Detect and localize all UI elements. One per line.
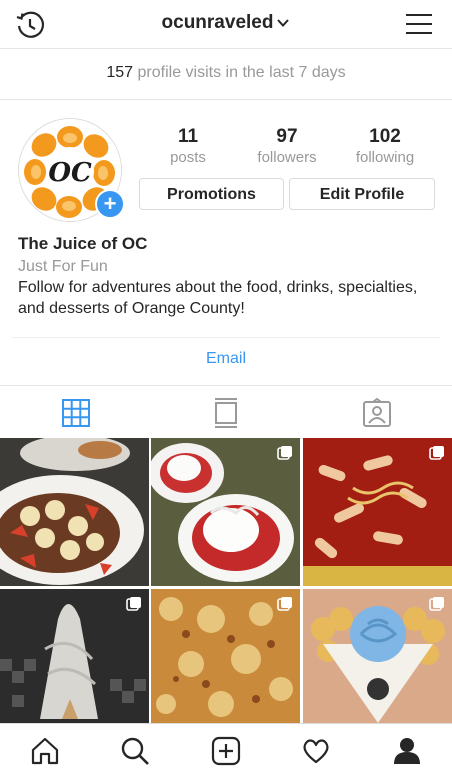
following-count: 102 — [369, 126, 401, 147]
divider — [12, 337, 440, 338]
avatar-text: OC — [48, 158, 92, 188]
add-icon[interactable] — [211, 736, 241, 766]
menu-icon[interactable] — [406, 12, 432, 36]
email-button[interactable]: Email — [0, 350, 452, 368]
chevron-down-icon — [277, 19, 290, 27]
profile-bio: The Juice of OC Just For Fun Follow for … — [18, 233, 438, 319]
followers-count: 97 — [276, 126, 298, 147]
multiple-photos-icon — [429, 446, 444, 460]
posts-stat[interactable]: 11 posts — [138, 126, 238, 166]
multiple-photos-icon — [277, 597, 292, 611]
multiple-photos-icon — [429, 597, 444, 611]
posts-label: posts — [170, 149, 206, 166]
followers-stat[interactable]: 97 followers — [237, 126, 337, 166]
promotions-button[interactable]: Promotions — [139, 178, 284, 210]
edit-profile-button[interactable]: Edit Profile — [289, 178, 435, 210]
profile-name: The Juice of OC — [18, 234, 148, 253]
feed-icon[interactable] — [211, 398, 241, 428]
grid-photo-french-toast[interactable] — [0, 438, 149, 586]
bio-text: Follow for adventures about the food, dr… — [18, 279, 418, 317]
profile-tabs — [0, 385, 452, 439]
followers-label: followers — [257, 149, 317, 166]
grid-photo-strawberry-shortcake[interactable] — [151, 438, 300, 586]
profile-visits-banner[interactable]: 157 profile visits in the last 7 days — [0, 49, 452, 100]
following-label: following — [355, 149, 415, 166]
grid-photo-bubble-waffle-ice-cream[interactable] — [303, 589, 452, 723]
bottom-nav — [0, 723, 452, 778]
following-stat[interactable]: 102 following — [335, 126, 435, 166]
grid-photo-tteokbokki[interactable] — [303, 438, 452, 586]
multiple-photos-icon — [126, 597, 141, 611]
account-switcher[interactable]: ocunraveled — [0, 12, 452, 34]
grid-photo-pizza[interactable] — [151, 589, 300, 723]
top-bar: ocunraveled — [0, 0, 452, 49]
home-icon[interactable] — [30, 736, 60, 766]
grid-photo-soft-serve-cone[interactable] — [0, 589, 149, 723]
profile-icon[interactable] — [392, 736, 422, 766]
heart-icon[interactable] — [301, 736, 331, 766]
multiple-photos-icon — [277, 446, 292, 460]
tagged-icon[interactable] — [362, 398, 392, 428]
visits-text: profile visits in the last 7 days — [137, 64, 346, 81]
posts-count: 11 — [177, 126, 199, 147]
profile-category: Just For Fun — [18, 258, 108, 275]
add-story-icon[interactable]: + — [95, 189, 125, 219]
grid-icon[interactable] — [61, 398, 91, 428]
username: ocunraveled — [161, 12, 274, 33]
photo-grid — [0, 438, 452, 723]
search-icon[interactable] — [120, 736, 150, 766]
visits-count: 157 — [106, 64, 134, 81]
